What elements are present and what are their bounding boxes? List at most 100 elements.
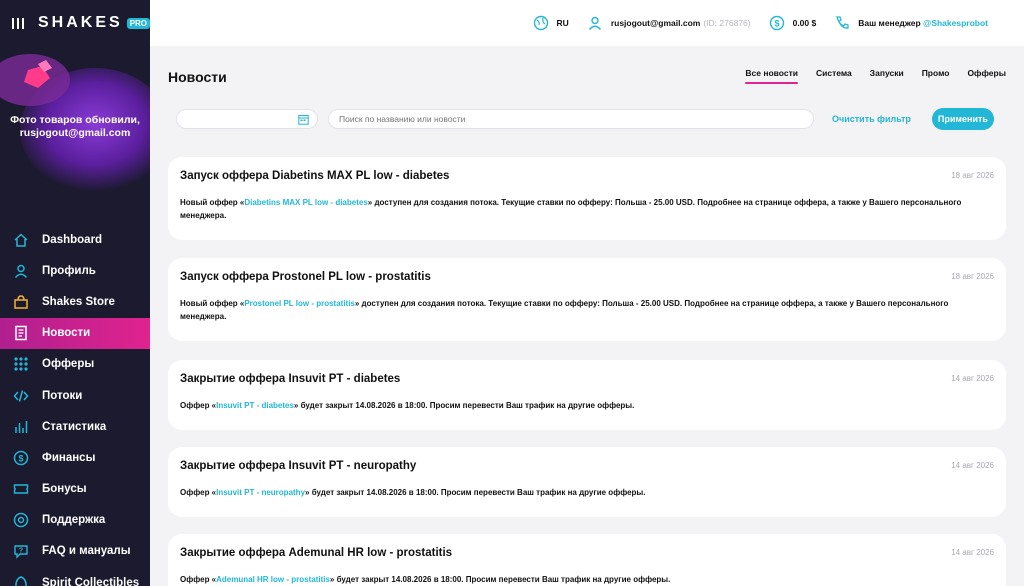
news-card[interactable]: Закрытие оффера Insuvit PT - diabetes 14 … [168,360,1006,430]
search-input[interactable] [328,109,814,129]
news-date: 14 авг 2026 [951,374,994,383]
balance[interactable]: $ 0.00 $ [769,15,817,31]
bag-icon [12,293,30,311]
offer-link[interactable]: Insuvit PT - neuropathy [216,488,305,497]
tab-system[interactable]: Система [816,68,852,84]
code-icon [12,387,30,405]
manager-link[interactable]: @Shakesprobot [923,18,988,28]
news-body: Оффер «Insuvit PT - neuropathy» будет за… [180,486,976,499]
clear-filter-button[interactable]: Очистить фильтр [832,114,911,124]
promo-text: Фото товаров обновили, rusjogout@gmail.c… [10,114,140,139]
sidebar-item-label: Spirit Collectibles [42,576,140,586]
tab-promo[interactable]: Промо [922,68,950,84]
sidebar-item-news[interactable]: Новости [0,317,150,349]
offer-link[interactable]: Insuvit PT - diabetes [216,401,294,410]
pro-badge: PRO [126,17,150,29]
grid-icon [12,355,30,373]
globe-icon [533,15,548,31]
sidebar-item-label: Профиль [42,264,96,277]
sidebar-item-spirit[interactable]: Spirit Collectibles [0,567,150,586]
sidebar-item-dollar[interactable]: $ Финансы [0,442,150,473]
sidebar-item-bag[interactable]: Shakes Store [0,286,150,317]
offer-link[interactable]: Ademunal HR low - prostatitis [216,575,330,584]
spirit-icon [12,574,30,586]
phone-icon [836,16,849,29]
sidebar-item-label: Потоки [42,389,83,402]
promo-banner[interactable]: Фото товаров обновили, rusjogout@gmail.c… [0,50,150,200]
offer-link[interactable]: Prostonel PL low - prostatitis [244,299,355,308]
dollar-icon: $ [12,449,30,467]
sidebar-item-chart[interactable]: Статистика [0,411,150,442]
news-body-prefix: Новый оффер « [180,299,245,308]
offer-link[interactable]: Diabetins MAX PL low - diabetes [244,198,367,207]
tab-launches[interactable]: Запуски [870,68,904,84]
manager-label: Ваш менеджер [858,18,921,28]
sidebar: SHAKES PRO Фото товаров обновили, rusjog… [0,0,150,586]
sidebar-item-label: Бонусы [42,483,87,496]
page-title: Новости [168,69,227,85]
sidebar-item-label: Статистика [42,420,107,433]
tab-all-news[interactable]: Все новости [745,68,798,84]
support-icon [12,511,30,529]
news-card[interactable]: Запуск оффера Diabetins MAX PL low - dia… [168,157,1006,240]
chat-icon: ? [12,542,30,560]
news-body-prefix: Оффер « [180,488,217,497]
user-email: rusjogout@gmail.com [610,18,701,28]
sidebar-item-label: Поддержка [42,514,106,527]
news-body-prefix: Оффер « [180,401,217,410]
user-icon [12,262,30,280]
sidebar-item-support[interactable]: Поддержка [0,505,150,536]
news-body-suffix: » будет закрыт 14.08.2026 в 18:00. Проси… [293,401,635,410]
home-icon [12,231,30,249]
menu-toggle-icon[interactable] [12,17,24,29]
news-card[interactable]: Запуск оффера Prostonel PL low - prostat… [168,258,1006,341]
news-body: Оффер «Ademunal HR low - prostatitis» бу… [180,573,976,586]
sidebar-item-label: FAQ и мануалы [42,545,131,558]
news-body: Оффер «Insuvit PT - diabetes» будет закр… [180,399,976,412]
news-date: 14 авг 2026 [951,548,994,557]
language-label: RU [556,18,569,28]
news-date: 14 авг 2026 [951,461,994,470]
sidebar-item-user[interactable]: Профиль [0,255,150,286]
news-title[interactable]: Закрытие оффера Insuvit PT - neuropathy [180,460,416,472]
news-icon [12,324,30,342]
sidebar-item-grid[interactable]: Офферы [0,349,150,380]
svg-text:?: ? [19,548,23,555]
manager-info[interactable]: Ваш менеджер @Shakesprobot [834,15,988,31]
news-body-prefix: Оффер « [180,575,217,584]
news-body: Новый оффер «Prostonel PL low - prostati… [180,297,976,323]
news-body: Новый оффер «Diabetins MAX PL low - diab… [180,196,976,222]
balance-value: 0.00 $ [792,18,817,28]
news-card[interactable]: Закрытие оффера Ademunal HR low - prosta… [168,534,1006,586]
sidebar-item-label: Новости [42,327,91,340]
sidebar-item-ticket[interactable]: Бонусы [0,474,150,505]
apply-button[interactable]: Применить [931,108,994,130]
sidebar-item-label: Shakes Store [42,295,115,308]
news-body-suffix: » будет закрыт 14.08.2026 в 18:00. Проси… [305,488,646,497]
calendar-icon[interactable] [298,114,309,125]
language-selector[interactable]: RU [533,15,569,31]
news-body-prefix: Новый оффер « [180,198,245,207]
chart-icon [12,418,30,436]
page-header: Новости Все новости Система Запуски Пром… [168,46,1006,104]
news-body-suffix: » будет закрыт 14.08.2026 в 18:00. Проси… [329,575,671,584]
user-account[interactable]: rusjogout@gmail.com (ID: 276876) [587,15,751,31]
news-title[interactable]: Запуск оффера Diabetins MAX PL low - dia… [180,170,449,182]
sidebar-item-label: Dashboard [42,233,103,246]
news-title[interactable]: Запуск оффера Prostonel PL low - prostat… [180,271,431,283]
user-id: (ID: 276876) [703,18,751,28]
news-title[interactable]: Закрытие оффера Ademunal HR low - prosta… [180,547,452,559]
sidebar-item-home[interactable]: Dashboard [0,224,150,255]
news-date: 18 авг 2026 [951,171,994,180]
sidebar-item-code[interactable]: Потоки [0,380,150,411]
brand-logo[interactable]: SHAKES [38,14,123,32]
sidebar-item-chat[interactable]: ? FAQ и мануалы [0,536,150,567]
date-filter-input[interactable] [176,109,318,129]
news-card[interactable]: Закрытие оффера Insuvit PT - neuropathy 1… [168,447,1006,517]
dollar-icon: $ [769,15,784,31]
news-title[interactable]: Закрытие оффера Insuvit PT - diabetes [180,373,400,385]
sidebar-nav: Dashboard Профиль Shakes Store Новости Оффер… [0,224,150,586]
user-icon [588,16,601,30]
tab-offers[interactable]: Офферы [967,68,1006,84]
topbar: RU rusjogout@gmail.com (ID: 276876) $ 0.… [150,0,1024,46]
